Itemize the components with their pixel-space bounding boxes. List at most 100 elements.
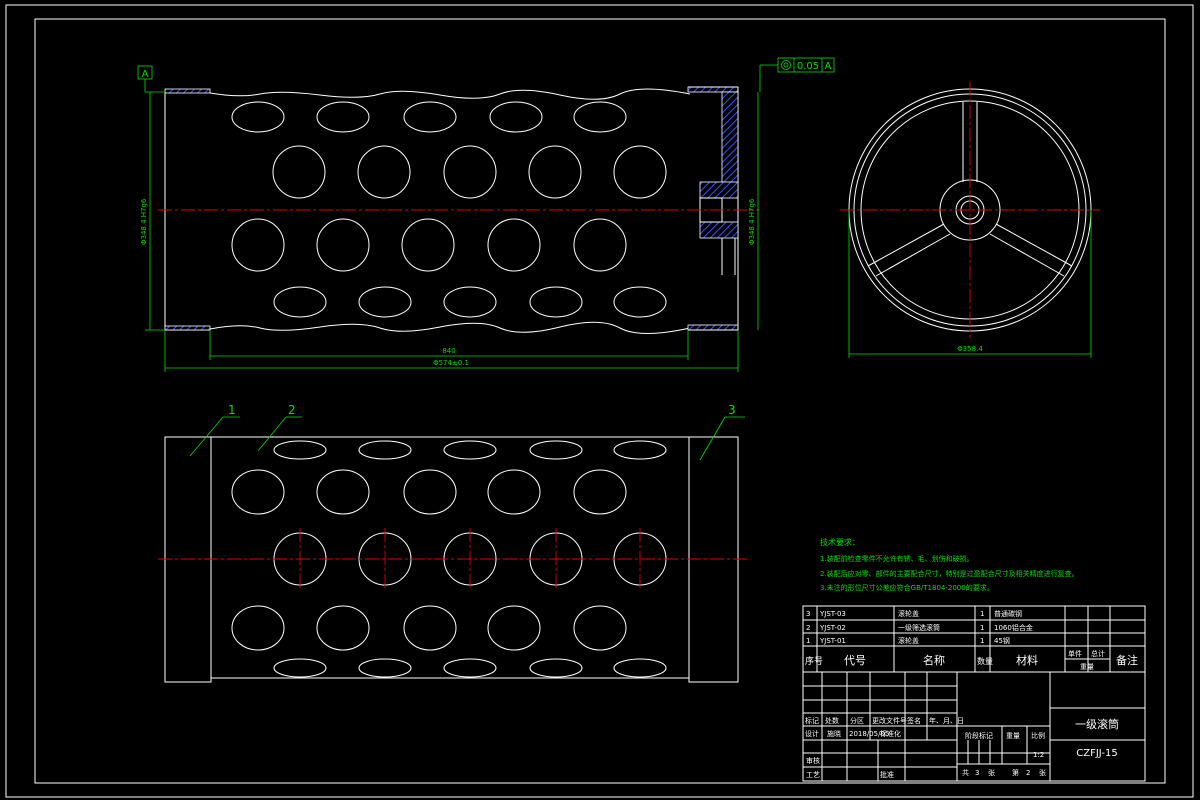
hole (529, 440, 583, 460)
tb-mark-3: 更改文件号 (872, 716, 907, 725)
bottom-view: 1 2 3 (158, 403, 748, 683)
end-diameter-dim: Φ358.4 (957, 345, 983, 353)
notes-line-3: 3.未注的形位尺寸公差应符合GB/T1804-2000的要求。 (820, 583, 994, 592)
part-label-3: 3 (728, 403, 736, 417)
hole (231, 218, 285, 272)
tb-design-label: 设计 (805, 729, 819, 738)
tb-process: 工艺 (806, 771, 820, 779)
hole (231, 605, 285, 651)
hole (613, 658, 667, 678)
hole (573, 218, 627, 272)
hole (528, 145, 582, 199)
bom-row-1-no: 1 (806, 637, 810, 645)
bom-header-total: 总计 (1091, 649, 1105, 658)
tb-sheets-4: 2 (1026, 769, 1030, 777)
hole (357, 145, 411, 199)
bom-header-code: 代号 (844, 654, 866, 667)
hole (443, 145, 497, 199)
hole (487, 218, 541, 272)
bom-row-1-qty: 1 (980, 637, 984, 645)
bom-header-weight: 重量 (1080, 663, 1094, 671)
tb-mark-1: 处数 (825, 716, 839, 725)
tb-scale-label: 比例 (1031, 731, 1045, 740)
tb-approve: 批准 (880, 770, 894, 779)
bom-header-remark: 备注 (1116, 653, 1138, 667)
tb-designer: 施晓 (827, 729, 841, 738)
part-label-1: 1 (228, 403, 236, 417)
side-view: Φ358.4 (840, 82, 1100, 358)
front-view-dimensions: Φ348.4 H7g6 Φ348.4 H7g6 840 Φ574±0.1 (140, 91, 759, 372)
hole (613, 145, 667, 199)
notes-line-1: 1.装配前检查零件不允许有锈、毛、划伤和破损。 (820, 554, 974, 563)
bom-header-unit: 单件 (1068, 649, 1082, 658)
hole (316, 101, 370, 133)
bom-row-3-qty: 1 (980, 610, 984, 618)
left-diameter-dim: Φ348.4 H7g6 (140, 198, 148, 245)
bom-header-qty: 数量 (977, 656, 993, 666)
hole (316, 218, 370, 272)
concentricity-icon (781, 60, 791, 70)
tolerance-value: 0.05 (797, 61, 819, 72)
bom-row-2-name: 一级筛选滚筒 (898, 623, 940, 632)
hole (443, 440, 497, 460)
hole (358, 440, 412, 460)
tolerance-datum: A (825, 61, 832, 72)
hole (489, 101, 543, 133)
bom-header-no: 序号 (805, 655, 823, 667)
hole (573, 101, 627, 133)
bom-header-material: 材料 (1016, 653, 1038, 667)
bom-row-2-code: YJST-02 (819, 624, 846, 632)
engineering-drawing: A 0.05 A Φ348.4 H7g6 Φ348.4 H7g6 840 Φ57… (5, 4, 1194, 798)
bom-row-1-code: YJST-01 (819, 637, 846, 645)
tb-sheets-2: 张 (988, 768, 995, 777)
right-diameter-dim: Φ348.4 H7g6 (748, 198, 756, 245)
hole (273, 658, 327, 678)
hole (613, 440, 667, 460)
datum-a-letter: A (142, 69, 149, 80)
tb-mark-0: 标记 (805, 716, 819, 725)
tb-review: 审核 (806, 756, 820, 765)
bom-row-1-material: 45钢 (994, 636, 1010, 645)
hole (573, 469, 627, 515)
tb-sheets-0: 共 (962, 768, 969, 777)
hole (529, 658, 583, 678)
tb-weight-label: 重量 (1006, 732, 1020, 740)
bom-row-2-no: 2 (806, 624, 810, 632)
hole (443, 658, 497, 678)
bom-row-2-material: 1060铝合金 (994, 623, 1033, 632)
tb-drawing-no: CZFJJ-15 (1076, 748, 1117, 759)
hole (403, 101, 457, 133)
notes-line-2: 2.装配后应对零、部件的主要配合尺寸，特别是过盈配合尺寸及相关精度进行复查。 (820, 569, 1079, 578)
hole (273, 440, 327, 460)
bom-row-3-name: 滚轮盖 (898, 609, 919, 618)
tb-mark-5: 年、月、日 (929, 716, 964, 725)
technical-notes: 技术要求： 1.装配前检查零件不允许有锈、毛、划伤和破损。 2.装配后应对零、部… (820, 537, 1079, 592)
hole (529, 286, 583, 318)
hole (316, 605, 370, 651)
tb-part-name: 一级滚筒 (1075, 717, 1119, 731)
bom-row-3-code: YJST-03 (819, 610, 846, 618)
hole (573, 605, 627, 651)
drawing-frame (34, 18, 1166, 784)
bom-row-3-no: 3 (806, 610, 810, 618)
hole (487, 605, 541, 651)
total-length-dim: Φ574±0.1 (433, 359, 469, 367)
tb-sheets-1: 3 (975, 769, 979, 777)
hole (403, 469, 457, 515)
hole (273, 286, 327, 318)
tb-sheets-3: 第 (1012, 768, 1019, 777)
tb-scale-value: 1:2 (1033, 751, 1044, 759)
bom-row-2-qty: 1 (980, 624, 984, 632)
title-block: 标记 处数 分区 更改文件号 签名 年、月、日 设计 施晓 2018/05/05… (802, 671, 1146, 782)
tb-standard: 标准化 (880, 729, 901, 738)
hole (443, 286, 497, 318)
part-label-2: 2 (288, 403, 296, 417)
hole (403, 605, 457, 651)
tolerance-frame: 0.05 A (759, 57, 835, 92)
hole (316, 469, 370, 515)
hole (401, 218, 455, 272)
hole (272, 145, 326, 199)
tb-mark-4: 签名 (907, 716, 921, 725)
bom-row-3-material: 普通碳钢 (994, 609, 1022, 618)
bom-table: 3 YJST-03 滚轮盖 1 普通碳钢 2 YJST-02 一级筛选滚筒 1 … (802, 605, 1146, 673)
